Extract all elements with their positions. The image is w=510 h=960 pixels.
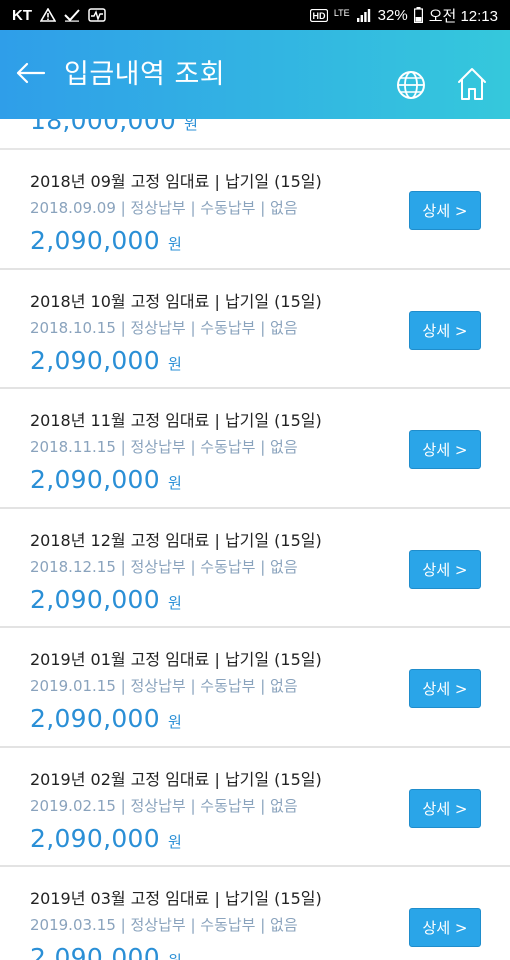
detail-button[interactable]: 상세 >	[409, 430, 481, 469]
signal-icon	[356, 8, 372, 22]
app-bar: 입금내역 조회	[0, 30, 510, 119]
language-button[interactable]	[394, 68, 428, 102]
item-title: 2018년 11월 고정 임대료 | 납기일 (15일)	[30, 411, 322, 430]
amount-value: 18,000,000	[30, 119, 177, 135]
amount-value: 2,090,000	[30, 823, 160, 853]
list-item: 2019년 02월 고정 임대료 | 납기일 (15일) 2019.02.15 …	[0, 748, 510, 867]
check-icon	[64, 8, 80, 22]
list-item: 2018년 09월 고정 임대료 | 납기일 (15일) 2018.09.09 …	[0, 150, 510, 270]
item-meta: 2018.12.15 | 정상납부 | 수동납부 | 없음	[30, 557, 298, 576]
battery-percent: 32%	[377, 6, 408, 24]
amount-unit: 원	[167, 474, 182, 492]
detail-button[interactable]: 상세 >	[409, 310, 481, 350]
home-icon	[458, 68, 486, 100]
network-label: LTE	[333, 7, 350, 18]
back-arrow-icon	[16, 62, 46, 84]
carrier-label: KT	[12, 6, 32, 24]
amount-value: 2,090,000	[30, 704, 160, 733]
amount: 2,090,000 원	[30, 704, 182, 733]
amount-unit: 원	[167, 713, 182, 731]
list-item: 2018년 11월 고정 임대료 | 납기일 (15일) 2018.11.15 …	[0, 389, 510, 509]
list-item: 2018년 10월 고정 임대료 | 납기일 (15일) 2018.10.15 …	[0, 270, 510, 389]
item-title: 2019년 01월 고정 임대료 | 납기일 (15일)	[30, 650, 322, 669]
pulse-icon	[88, 8, 106, 22]
amount-unit: 원	[167, 235, 182, 253]
amount-value: 2,090,000	[30, 584, 160, 614]
svg-text:HD: HD	[312, 11, 325, 21]
amount-value: 2,090,000	[30, 465, 160, 494]
amount: 2,090,000 원	[30, 585, 182, 614]
item-title: 2019년 02월 고정 임대료 | 납기일 (15일)	[30, 769, 322, 789]
item-title: 2018년 09월 고정 임대료 | 납기일 (15일)	[30, 172, 322, 191]
page-title: 입금내역 조회	[64, 59, 226, 90]
item-meta: 2019.02.15 | 정상납부 | 수동납부 | 없음	[30, 796, 298, 815]
amount-unit: 원	[167, 354, 182, 373]
deposit-list: 18,000,000 원 2018년 09월 고정 임대료 | 납기일 (15일…	[0, 119, 510, 960]
amount-unit: 원	[167, 593, 182, 612]
item-meta: 2019.01.15 | 정상납부 | 수동납부 | 없음	[30, 677, 298, 695]
detail-button[interactable]: 상세 >	[409, 191, 481, 230]
home-button[interactable]	[455, 66, 489, 102]
amount-value: 2,090,000	[30, 226, 160, 255]
detail-button[interactable]: 상세 >	[409, 669, 481, 708]
amount: 2,090,000 원	[30, 943, 182, 960]
status-bar-right: HD LTE 32% 오전 12:13	[309, 5, 498, 26]
detail-button[interactable]: 상세 >	[409, 788, 481, 828]
item-title: 2019년 03월 고정 임대료 | 납기일 (15일)	[30, 889, 322, 908]
amount: 2,090,000 원	[30, 346, 182, 375]
detail-button[interactable]: 상세 >	[409, 908, 481, 947]
item-meta: 2018.11.15 | 정상납부 | 수동납부 | 없음	[30, 438, 298, 456]
warning-icon	[40, 8, 56, 22]
list-item-partial: 18,000,000 원	[0, 119, 510, 150]
globe-icon	[397, 71, 425, 99]
item-title: 2018년 12월 고정 임대료 | 납기일 (15일)	[30, 530, 322, 550]
clock: 오전 12:13	[428, 7, 498, 25]
battery-icon	[413, 7, 423, 23]
list-item: 2019년 01월 고정 임대료 | 납기일 (15일) 2019.01.15 …	[0, 628, 510, 748]
item-meta: 2018.10.15 | 정상납부 | 수동납부 | 없음	[30, 318, 298, 337]
item-meta: 2018.09.09 | 정상납부 | 수동납부 | 없음	[30, 199, 298, 217]
hd-icon: HD	[309, 8, 328, 22]
detail-button[interactable]: 상세 >	[409, 549, 481, 589]
list-item: 2019년 03월 고정 임대료 | 납기일 (15일) 2019.03.15 …	[0, 867, 510, 960]
amount-value: 2,090,000	[30, 345, 160, 375]
item-title: 2018년 10월 고정 임대료 | 납기일 (15일)	[30, 291, 322, 311]
status-bar: KT HD LTE 32% 오전 12:13	[0, 0, 510, 30]
amount: 18,000,000 원	[30, 119, 198, 135]
amount-unit: 원	[184, 119, 198, 133]
status-bar-left: KT	[12, 7, 106, 24]
amount-value: 2,090,000	[30, 943, 160, 960]
list-item: 2018년 12월 고정 임대료 | 납기일 (15일) 2018.12.15 …	[0, 509, 510, 628]
amount: 2,090,000 원	[30, 465, 182, 494]
amount: 2,090,000 원	[30, 226, 182, 255]
amount: 2,090,000 원	[30, 824, 182, 853]
back-button[interactable]	[14, 56, 48, 90]
amount-unit: 원	[167, 832, 182, 851]
amount-unit: 원	[168, 950, 182, 960]
item-meta: 2019.03.15 | 정상납부 | 수동납부 | 없음	[30, 916, 298, 934]
